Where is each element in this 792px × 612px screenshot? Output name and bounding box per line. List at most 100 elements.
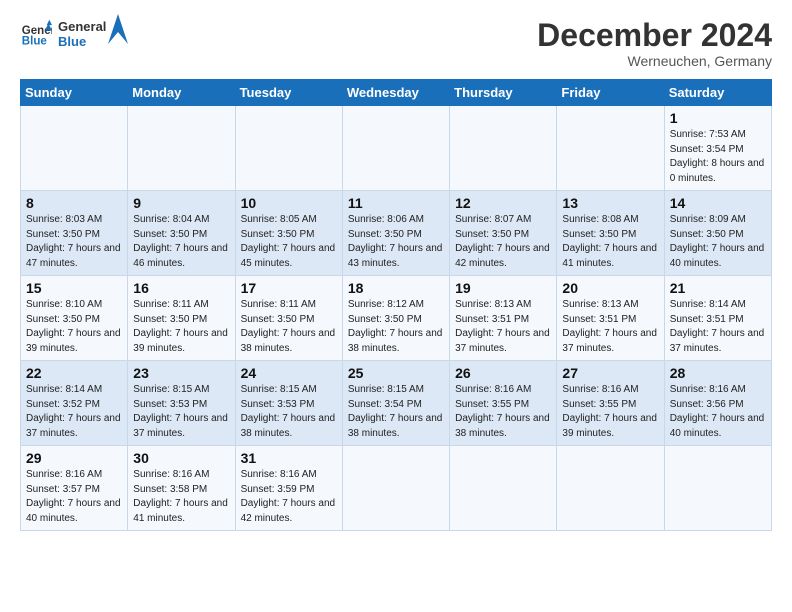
day-info: Sunrise: 8:13 AMSunset: 3:51 PMDaylight:…: [562, 299, 657, 354]
day-info: Sunrise: 8:16 AMSunset: 3:56 PMDaylight:…: [670, 384, 765, 439]
day-number: 19: [455, 280, 552, 296]
calendar-cell: 16 Sunrise: 8:11 AMSunset: 3:50 PMDaylig…: [128, 276, 235, 361]
week-row-4: 22 Sunrise: 8:14 AMSunset: 3:52 PMDaylig…: [21, 361, 772, 446]
calendar-cell: 12 Sunrise: 8:07 AMSunset: 3:50 PMDaylig…: [450, 191, 557, 276]
day-number: 24: [241, 365, 338, 381]
day-number: 18: [348, 280, 445, 296]
calendar-cell: [342, 446, 449, 531]
col-mon: Monday: [128, 80, 235, 106]
logo-blue: Blue: [58, 34, 106, 49]
header-row: Sunday Monday Tuesday Wednesday Thursday…: [21, 80, 772, 106]
col-tue: Tuesday: [235, 80, 342, 106]
week-row-2: 8 Sunrise: 8:03 AMSunset: 3:50 PMDayligh…: [21, 191, 772, 276]
day-info: Sunrise: 8:15 AMSunset: 3:53 PMDaylight:…: [133, 384, 228, 439]
day-info: Sunrise: 8:09 AMSunset: 3:50 PMDaylight:…: [670, 214, 765, 269]
header: General Blue General Blue December 2024 …: [20, 18, 772, 69]
day-number: 21: [670, 280, 767, 296]
calendar-cell: 9 Sunrise: 8:04 AMSunset: 3:50 PMDayligh…: [128, 191, 235, 276]
col-thu: Thursday: [450, 80, 557, 106]
calendar-cell: 21 Sunrise: 8:14 AMSunset: 3:51 PMDaylig…: [664, 276, 771, 361]
day-info: Sunrise: 8:15 AMSunset: 3:54 PMDaylight:…: [348, 384, 443, 439]
calendar-cell: 1 Sunrise: 7:53 AMSunset: 3:54 PMDayligh…: [664, 106, 771, 191]
day-info: Sunrise: 8:14 AMSunset: 3:52 PMDaylight:…: [26, 384, 121, 439]
calendar-cell: 20 Sunrise: 8:13 AMSunset: 3:51 PMDaylig…: [557, 276, 664, 361]
col-sat: Saturday: [664, 80, 771, 106]
calendar-cell: 30 Sunrise: 8:16 AMSunset: 3:58 PMDaylig…: [128, 446, 235, 531]
calendar-cell: 23 Sunrise: 8:15 AMSunset: 3:53 PMDaylig…: [128, 361, 235, 446]
week-row-3: 15 Sunrise: 8:10 AMSunset: 3:50 PMDaylig…: [21, 276, 772, 361]
day-number: 1: [670, 110, 767, 126]
week-row-1: 1 Sunrise: 7:53 AMSunset: 3:54 PMDayligh…: [21, 106, 772, 191]
page: General Blue General Blue December 2024 …: [0, 0, 792, 541]
calendar-cell: 26 Sunrise: 8:16 AMSunset: 3:55 PMDaylig…: [450, 361, 557, 446]
day-info: Sunrise: 8:11 AMSunset: 3:50 PMDaylight:…: [241, 299, 336, 354]
day-info: Sunrise: 8:04 AMSunset: 3:50 PMDaylight:…: [133, 214, 228, 269]
logo-icon: General Blue: [20, 18, 52, 50]
day-number: 9: [133, 195, 230, 211]
calendar-table: Sunday Monday Tuesday Wednesday Thursday…: [20, 79, 772, 531]
calendar-cell: 31 Sunrise: 8:16 AMSunset: 3:59 PMDaylig…: [235, 446, 342, 531]
day-info: Sunrise: 8:13 AMSunset: 3:51 PMDaylight:…: [455, 299, 550, 354]
calendar-cell: [557, 446, 664, 531]
day-number: 11: [348, 195, 445, 211]
day-info: Sunrise: 8:15 AMSunset: 3:53 PMDaylight:…: [241, 384, 336, 439]
day-info: Sunrise: 8:16 AMSunset: 3:57 PMDaylight:…: [26, 469, 121, 524]
day-number: 22: [26, 365, 123, 381]
day-number: 14: [670, 195, 767, 211]
day-info: Sunrise: 8:10 AMSunset: 3:50 PMDaylight:…: [26, 299, 121, 354]
calendar-cell: 14 Sunrise: 8:09 AMSunset: 3:50 PMDaylig…: [664, 191, 771, 276]
calendar-cell: [128, 106, 235, 191]
day-info: Sunrise: 8:16 AMSunset: 3:59 PMDaylight:…: [241, 469, 336, 524]
month-title: December 2024: [537, 18, 772, 53]
calendar-cell: 11 Sunrise: 8:06 AMSunset: 3:50 PMDaylig…: [342, 191, 449, 276]
calendar-cell: [664, 446, 771, 531]
calendar-cell: [450, 106, 557, 191]
svg-text:Blue: Blue: [22, 36, 48, 48]
day-number: 31: [241, 450, 338, 466]
week-row-5: 29 Sunrise: 8:16 AMSunset: 3:57 PMDaylig…: [21, 446, 772, 531]
calendar-cell: 22 Sunrise: 8:14 AMSunset: 3:52 PMDaylig…: [21, 361, 128, 446]
day-number: 15: [26, 280, 123, 296]
day-info: Sunrise: 8:11 AMSunset: 3:50 PMDaylight:…: [133, 299, 228, 354]
calendar-cell: [342, 106, 449, 191]
day-number: 16: [133, 280, 230, 296]
day-info: Sunrise: 8:16 AMSunset: 3:55 PMDaylight:…: [455, 384, 550, 439]
day-info: Sunrise: 8:14 AMSunset: 3:51 PMDaylight:…: [670, 299, 765, 354]
col-sun: Sunday: [21, 80, 128, 106]
day-info: Sunrise: 7:53 AMSunset: 3:54 PMDaylight:…: [670, 129, 765, 184]
day-number: 20: [562, 280, 659, 296]
day-info: Sunrise: 8:16 AMSunset: 3:55 PMDaylight:…: [562, 384, 657, 439]
day-info: Sunrise: 8:12 AMSunset: 3:50 PMDaylight:…: [348, 299, 443, 354]
day-info: Sunrise: 8:08 AMSunset: 3:50 PMDaylight:…: [562, 214, 657, 269]
calendar-cell: [557, 106, 664, 191]
calendar-cell: 28 Sunrise: 8:16 AMSunset: 3:56 PMDaylig…: [664, 361, 771, 446]
logo: General Blue General Blue: [20, 18, 128, 50]
calendar-cell: 27 Sunrise: 8:16 AMSunset: 3:55 PMDaylig…: [557, 361, 664, 446]
day-info: Sunrise: 8:16 AMSunset: 3:58 PMDaylight:…: [133, 469, 228, 524]
day-number: 23: [133, 365, 230, 381]
day-info: Sunrise: 8:06 AMSunset: 3:50 PMDaylight:…: [348, 214, 443, 269]
calendar-cell: 10 Sunrise: 8:05 AMSunset: 3:50 PMDaylig…: [235, 191, 342, 276]
day-number: 27: [562, 365, 659, 381]
calendar-cell: [450, 446, 557, 531]
calendar-cell: 8 Sunrise: 8:03 AMSunset: 3:50 PMDayligh…: [21, 191, 128, 276]
day-number: 10: [241, 195, 338, 211]
day-number: 13: [562, 195, 659, 211]
day-info: Sunrise: 8:05 AMSunset: 3:50 PMDaylight:…: [241, 214, 336, 269]
day-number: 12: [455, 195, 552, 211]
location: Werneuchen, Germany: [537, 53, 772, 69]
col-fri: Friday: [557, 80, 664, 106]
col-wed: Wednesday: [342, 80, 449, 106]
title-block: December 2024 Werneuchen, Germany: [537, 18, 772, 69]
day-number: 17: [241, 280, 338, 296]
calendar-cell: 18 Sunrise: 8:12 AMSunset: 3:50 PMDaylig…: [342, 276, 449, 361]
calendar-cell: [235, 106, 342, 191]
day-number: 26: [455, 365, 552, 381]
calendar-cell: 29 Sunrise: 8:16 AMSunset: 3:57 PMDaylig…: [21, 446, 128, 531]
day-info: Sunrise: 8:07 AMSunset: 3:50 PMDaylight:…: [455, 214, 550, 269]
calendar-cell: 15 Sunrise: 8:10 AMSunset: 3:50 PMDaylig…: [21, 276, 128, 361]
day-info: Sunrise: 8:03 AMSunset: 3:50 PMDaylight:…: [26, 214, 121, 269]
calendar-cell: 25 Sunrise: 8:15 AMSunset: 3:54 PMDaylig…: [342, 361, 449, 446]
logo-wave-icon: [108, 14, 128, 44]
day-number: 30: [133, 450, 230, 466]
